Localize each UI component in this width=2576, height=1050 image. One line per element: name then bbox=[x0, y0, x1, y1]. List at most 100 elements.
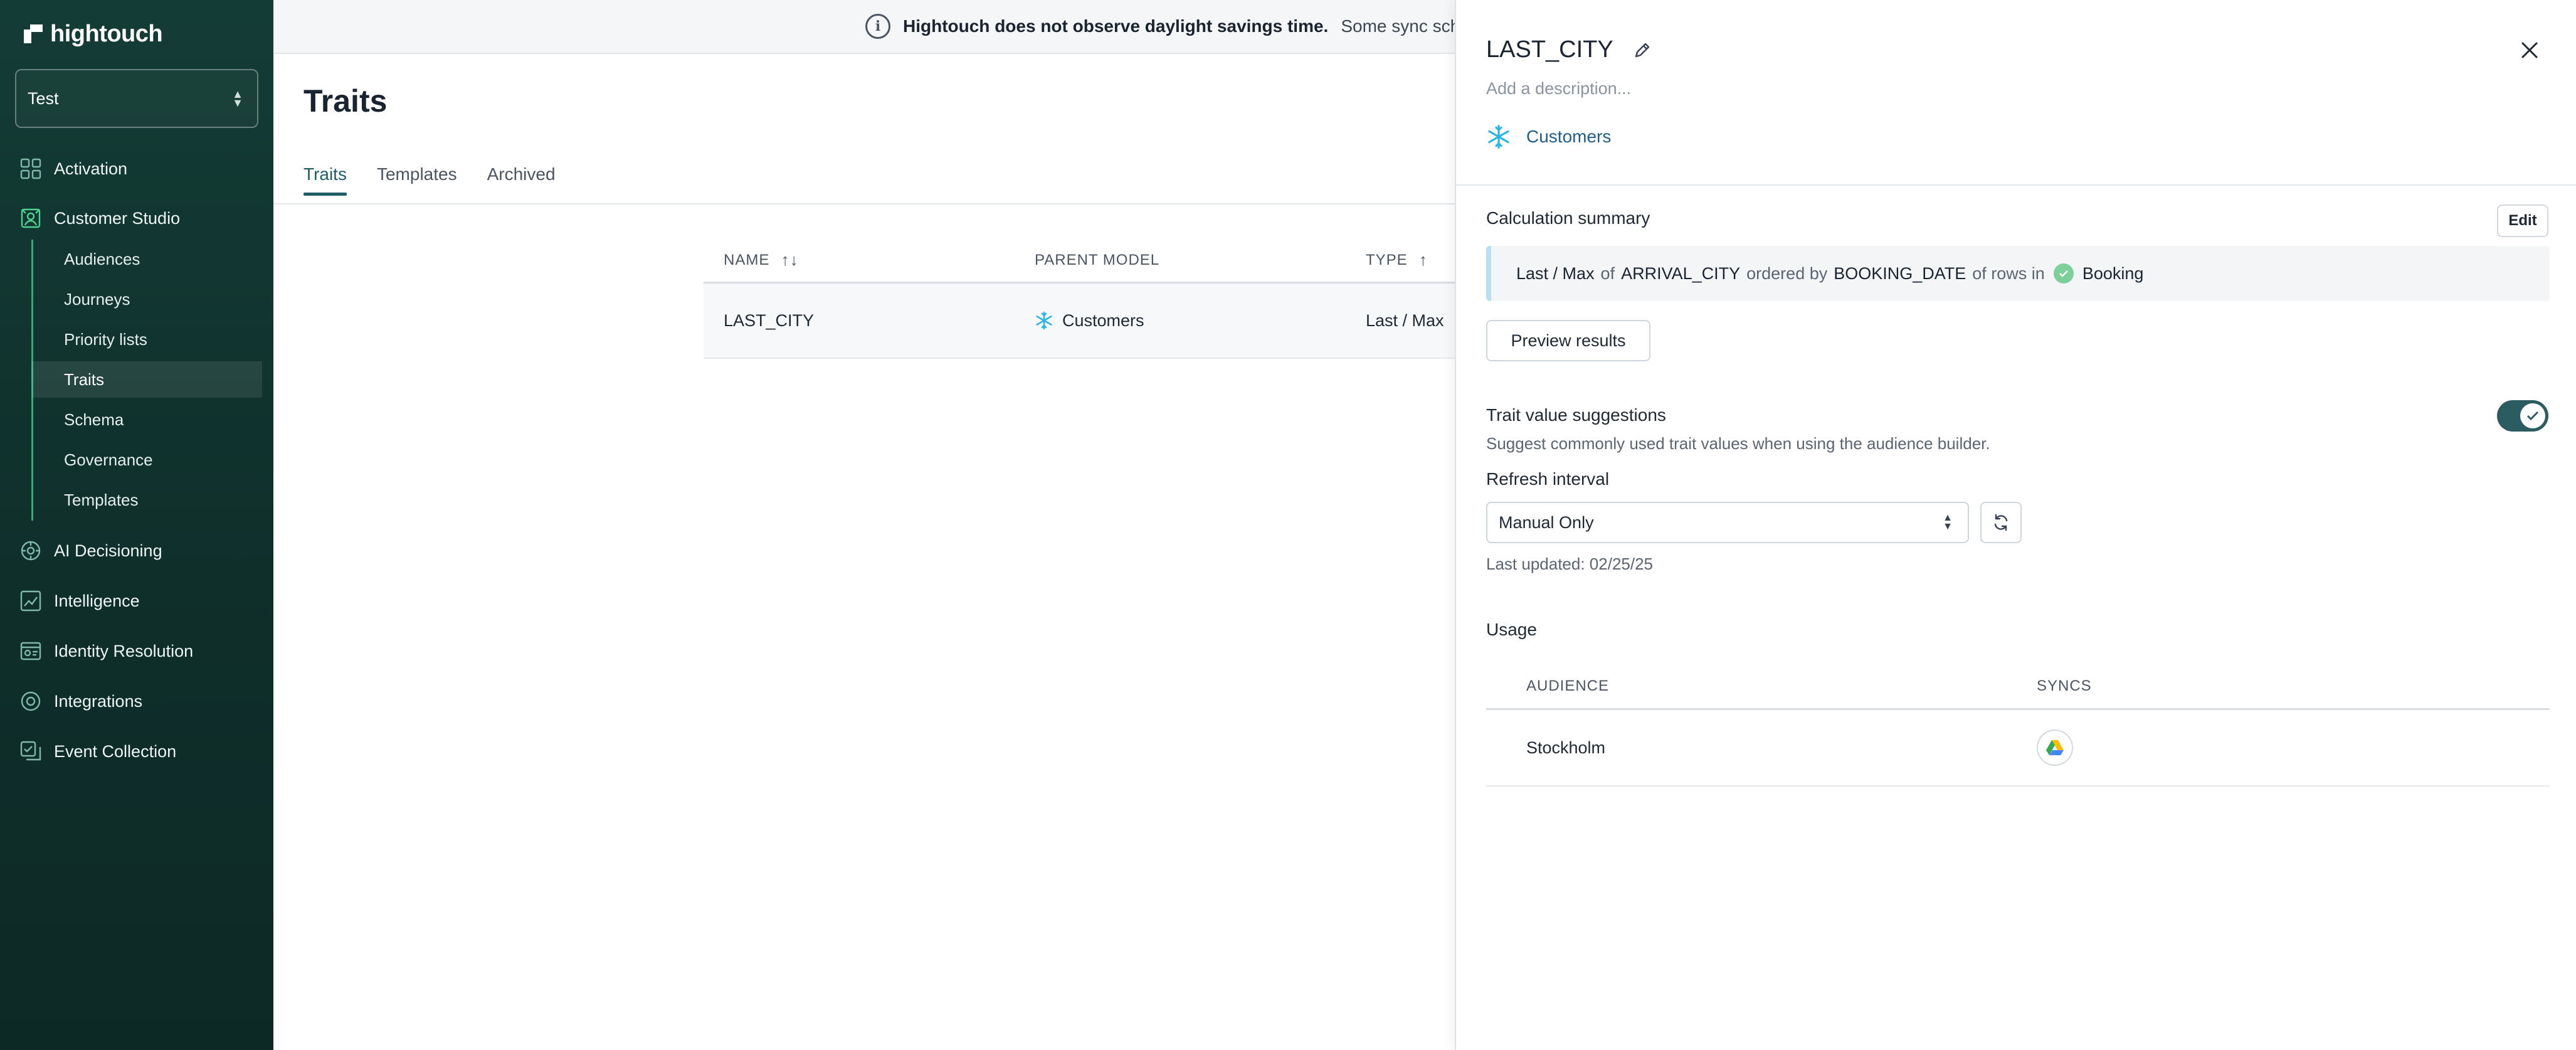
tab-templates[interactable]: Templates bbox=[377, 164, 457, 196]
snowflake-icon bbox=[1488, 125, 1509, 149]
refresh-interval-value: Manual Only bbox=[1499, 512, 1594, 532]
calc-aggregation: Last / Max bbox=[1516, 263, 1595, 283]
calculation-summary-label: Calculation summary bbox=[1486, 208, 1650, 228]
sync-destination-badge[interactable] bbox=[2037, 729, 2073, 766]
calc-connector: of bbox=[1600, 263, 1615, 283]
close-icon[interactable] bbox=[2518, 39, 2541, 61]
sidebar: hightouch Test ▲ ▼ Activation Customer St… bbox=[0, 0, 273, 1050]
workspace-name: Test bbox=[28, 88, 59, 108]
ai-decisioning-icon bbox=[19, 539, 43, 563]
workspace-select[interactable]: Test ▲ ▼ bbox=[15, 69, 258, 128]
tab-archived[interactable]: Archived bbox=[487, 164, 556, 196]
hightouch-logo-icon bbox=[24, 24, 43, 43]
audience-name: Stockholm bbox=[1526, 738, 1606, 757]
refresh-interval-label: Refresh interval bbox=[1486, 469, 1610, 489]
page-title: Traits bbox=[304, 83, 388, 119]
description-input[interactable]: Add a description... bbox=[1486, 79, 1631, 98]
sidebar-item-label: Activation bbox=[54, 159, 128, 178]
refresh-icon bbox=[1994, 514, 2008, 531]
trait-title-row: LAST_CITY bbox=[1486, 36, 1652, 63]
sidebar-item-intelligence[interactable]: Intelligence bbox=[19, 582, 140, 620]
chevron-updown-icon: ▲ ▼ bbox=[1943, 512, 1953, 532]
sidebar-subitem-label: Priority lists bbox=[64, 329, 147, 349]
toggle-knob bbox=[2520, 403, 2545, 428]
table-header: NAME ↑↓ PARENT MODEL TYPE ↑ bbox=[704, 238, 1581, 284]
trait-name-cell: LAST_CITY bbox=[724, 310, 815, 330]
refresh-interval-select[interactable]: Manual Only ▲ ▼ bbox=[1486, 502, 1969, 543]
sidebar-item-event-collection[interactable]: Event Collection bbox=[19, 733, 176, 770]
column-header-label: TYPE bbox=[1366, 251, 1408, 268]
sidebar-subitem-audiences[interactable]: Audiences bbox=[31, 241, 262, 277]
integrations-icon bbox=[19, 689, 43, 713]
edit-calculation-button[interactable]: Edit bbox=[2497, 204, 2548, 237]
event-collection-icon bbox=[19, 740, 43, 763]
calc-column: ARRIVAL_CITY bbox=[1621, 263, 1741, 283]
traits-tabs: Traits Templates Archived bbox=[304, 164, 556, 196]
related-model-icon bbox=[2053, 263, 2074, 284]
brand-name: hightouch bbox=[50, 20, 163, 47]
trait-suggestions-toggle[interactable] bbox=[2497, 400, 2548, 432]
sidebar-subitem-label: Schema bbox=[64, 410, 124, 429]
intelligence-icon bbox=[19, 589, 43, 613]
calculation-summary-box: Last / Max of ARRIVAL_CITY ordered by BO… bbox=[1486, 246, 2550, 301]
last-updated-text: Last updated: 02/25/25 bbox=[1486, 554, 1654, 573]
calc-connector: ordered by bbox=[1746, 263, 1828, 283]
hightouch-logo[interactable]: hightouch bbox=[24, 19, 163, 49]
sidebar-subitem-priority-lists[interactable]: Priority lists bbox=[31, 321, 262, 358]
sidebar-subitem-templates[interactable]: Templates bbox=[31, 482, 262, 518]
sidebar-subitem-governance[interactable]: Governance bbox=[31, 442, 262, 478]
sidebar-subitem-journeys[interactable]: Journeys bbox=[31, 281, 262, 317]
calc-connector: of rows in bbox=[1972, 263, 2045, 283]
traits-table: NAME ↑↓ PARENT MODEL TYPE ↑ LAST_CITY Cu… bbox=[704, 238, 1581, 359]
column-header-label: NAME bbox=[724, 251, 770, 268]
sidebar-item-label: Integrations bbox=[54, 691, 143, 711]
activation-icon bbox=[19, 157, 43, 181]
table-row[interactable]: Stockholm bbox=[1486, 710, 2550, 787]
sidebar-item-activation[interactable]: Activation bbox=[19, 150, 127, 188]
column-header-syncs: SYNCS bbox=[2037, 677, 2092, 694]
syncs-cell bbox=[2037, 729, 2550, 766]
sidebar-item-label: Event Collection bbox=[54, 741, 177, 761]
sidebar-item-label: Identity Resolution bbox=[54, 641, 194, 660]
sidebar-subitem-traits[interactable]: Traits bbox=[31, 361, 262, 398]
column-header-parent-model: PARENT MODEL bbox=[1035, 252, 1366, 269]
sort-up-icon: ↑ bbox=[1413, 250, 1428, 269]
drawer-divider bbox=[1456, 184, 2576, 186]
parent-model-name: Customers bbox=[1526, 127, 1612, 146]
refresh-now-button[interactable] bbox=[1980, 502, 2022, 543]
sidebar-item-customer-studio[interactable]: Customer Studio bbox=[19, 199, 180, 237]
sidebar-subitem-label: Templates bbox=[64, 490, 139, 509]
usage-table: AUDIENCE SYNCS Stockholm bbox=[1486, 664, 2550, 787]
calc-order-column: BOOKING_DATE bbox=[1834, 263, 1966, 283]
usage-table-header: AUDIENCE SYNCS bbox=[1486, 664, 2550, 710]
parent-model-link[interactable]: Customers bbox=[1486, 124, 1611, 149]
table-row[interactable]: LAST_CITY Customers Last / Max bbox=[704, 284, 1581, 359]
tab-traits[interactable]: Traits bbox=[304, 164, 347, 196]
banner-bold-text: Hightouch does not observe daylight savi… bbox=[903, 16, 1329, 36]
check-icon bbox=[2526, 411, 2539, 421]
parent-model-name: Customers bbox=[1062, 310, 1144, 330]
sidebar-subitem-label: Governance bbox=[64, 450, 153, 469]
calc-source-model: Booking bbox=[2082, 263, 2144, 283]
sidebar-subitem-label: Traits bbox=[64, 369, 105, 389]
snowflake-icon bbox=[1036, 311, 1052, 330]
usage-label: Usage bbox=[1486, 620, 1537, 639]
edit-pencil-icon[interactable] bbox=[1632, 40, 1652, 60]
sidebar-subitem-label: Audiences bbox=[64, 249, 140, 268]
preview-results-button[interactable]: Preview results bbox=[1486, 320, 1650, 361]
sidebar-subitem-label: Journeys bbox=[64, 289, 130, 309]
column-header-label: PARENT MODEL bbox=[1035, 251, 1160, 268]
google-drive-icon bbox=[2046, 740, 2064, 755]
info-icon: i bbox=[865, 14, 890, 39]
trait-suggestions-label: Trait value suggestions bbox=[1486, 405, 1666, 425]
sidebar-item-integrations[interactable]: Integrations bbox=[19, 682, 142, 720]
trait-detail-drawer: LAST_CITY Add a description... Customers… bbox=[1455, 0, 2576, 1050]
column-header-audience: AUDIENCE bbox=[1526, 677, 1610, 694]
column-header-name[interactable]: NAME ↑↓ bbox=[704, 250, 1035, 270]
sidebar-subitem-schema[interactable]: Schema bbox=[31, 401, 262, 438]
sidebar-item-ai-decisioning[interactable]: AI Decisioning bbox=[19, 532, 162, 570]
trait-title: LAST_CITY bbox=[1486, 36, 1613, 63]
sidebar-item-identity-resolution[interactable]: Identity Resolution bbox=[19, 632, 193, 670]
sidebar-item-label: AI Decisioning bbox=[54, 541, 162, 560]
sort-arrows-icon: ↑↓ bbox=[776, 250, 799, 269]
